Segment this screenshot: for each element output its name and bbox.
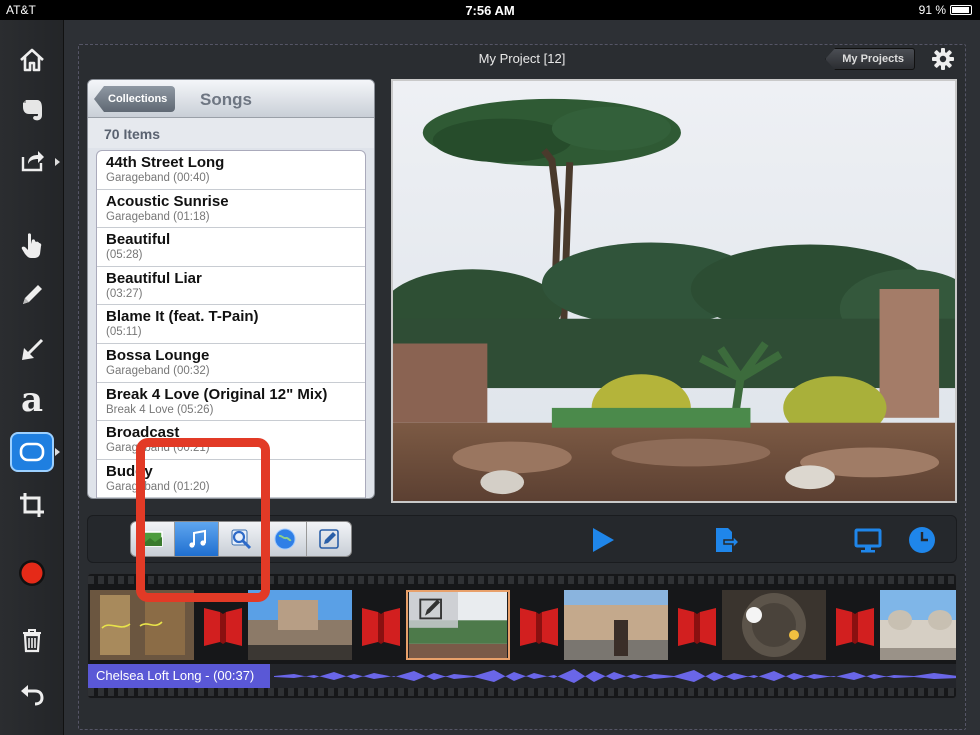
transition-icon[interactable] [200, 602, 246, 648]
shape-menu-caret[interactable] [55, 448, 60, 456]
clip-thumbnail[interactable] [722, 590, 826, 660]
list-item[interactable]: Beautiful (05:28) [97, 228, 365, 267]
collections-back-button[interactable]: Collections [94, 86, 176, 112]
pencil-icon[interactable] [10, 275, 54, 315]
list-item[interactable]: Blame It (feat. T-Pain) (05:11) [97, 305, 365, 344]
clock-icon[interactable] [906, 524, 938, 556]
share-icon[interactable] [10, 140, 54, 180]
highlight-annotation [136, 438, 270, 602]
transition-icon[interactable] [516, 602, 562, 648]
home-icon[interactable] [10, 40, 54, 80]
song-name: Break 4 Love (Original 12" Mix) [106, 385, 328, 403]
transition-icon[interactable] [832, 602, 878, 648]
song-name: Blame It (feat. T-Pain) [106, 308, 259, 326]
song-detail: (05:28) [106, 249, 143, 262]
app-root: AT&T 7:56 AM 91 % a My Project [12] My P… [0, 0, 980, 735]
text-tool-glyph: a [20, 380, 44, 420]
list-item[interactable]: Acoustic Sunrise Garageband (01:18) [97, 190, 365, 229]
arrow-icon[interactable] [10, 330, 54, 370]
evernote-icon[interactable] [10, 90, 54, 130]
undo-icon[interactable] [10, 675, 54, 715]
clip-thumbnail-selected[interactable] [406, 590, 510, 660]
hand-pointer-icon[interactable] [10, 225, 54, 265]
list-item[interactable]: Beautiful Liar (03:27) [97, 267, 365, 306]
list-item[interactable]: Break 4 Love (Original 12" Mix) Break 4 L… [97, 383, 365, 422]
battery-percent: 91 % [918, 3, 946, 17]
clip-thumbnail[interactable] [564, 590, 668, 660]
editor-panel: My Project [12] My Projects Collections … [64, 20, 980, 735]
trash-icon[interactable] [10, 620, 54, 660]
song-detail: Garageband (00:32) [106, 364, 210, 377]
monitor-icon[interactable] [852, 524, 884, 556]
song-detail: (05:11) [106, 326, 142, 339]
song-name: Beautiful Liar [106, 269, 202, 287]
song-detail: Garageband (01:18) [106, 210, 210, 223]
audio-track-label: Chelsea Loft Long - (00:37) [88, 664, 271, 688]
my-projects-button[interactable]: My Projects [825, 48, 915, 70]
song-detail: Garageband (00:40) [106, 172, 210, 184]
project-frame: My Project [12] My Projects Collections … [78, 44, 966, 730]
export-icon[interactable] [710, 524, 742, 556]
songs-panel: Collections Songs 70 Items 44th Street L… [87, 79, 375, 499]
crop-icon[interactable] [10, 485, 54, 525]
song-name: Acoustic Sunrise [106, 192, 229, 210]
gear-icon[interactable] [931, 47, 955, 71]
songs-header: Collections Songs [88, 80, 374, 118]
battery-indicator: 91 % [919, 3, 972, 17]
text-tool-icon[interactable]: a [10, 380, 54, 420]
items-count: 70 Items [88, 118, 374, 148]
record-icon[interactable] [10, 553, 54, 593]
song-name: Bossa Lounge [106, 346, 210, 364]
song-detail: (03:27) [106, 287, 143, 300]
edit-icon[interactable] [307, 522, 351, 556]
song-name: 44th Street Long [106, 154, 225, 171]
songs-title: Songs [200, 90, 252, 109]
clip-thumbnail[interactable] [880, 590, 956, 660]
status-bar: AT&T 7:56 AM 91 % [0, 0, 980, 20]
battery-icon [950, 5, 972, 15]
audio-track[interactable]: Chelsea Loft Long - (00:37) [88, 664, 956, 688]
shape-tool-icon[interactable] [10, 432, 54, 472]
left-toolbar: a [0, 20, 64, 735]
clock-label: 7:56 AM [465, 3, 515, 18]
song-detail: Break 4 Love (05:26) [106, 403, 214, 416]
transition-icon[interactable] [674, 602, 720, 648]
song-name: Beautiful [106, 231, 171, 249]
transition-icon[interactable] [358, 602, 404, 648]
photo-preview[interactable] [391, 79, 957, 503]
film-sprockets [88, 688, 956, 696]
list-item[interactable]: 44th Street Long Garageband (00:40) [97, 151, 365, 190]
share-menu-caret[interactable] [55, 158, 60, 166]
play-icon[interactable] [586, 524, 618, 556]
waveform [274, 669, 956, 683]
list-item[interactable]: Bossa Lounge Garageband (00:32) [97, 344, 365, 383]
